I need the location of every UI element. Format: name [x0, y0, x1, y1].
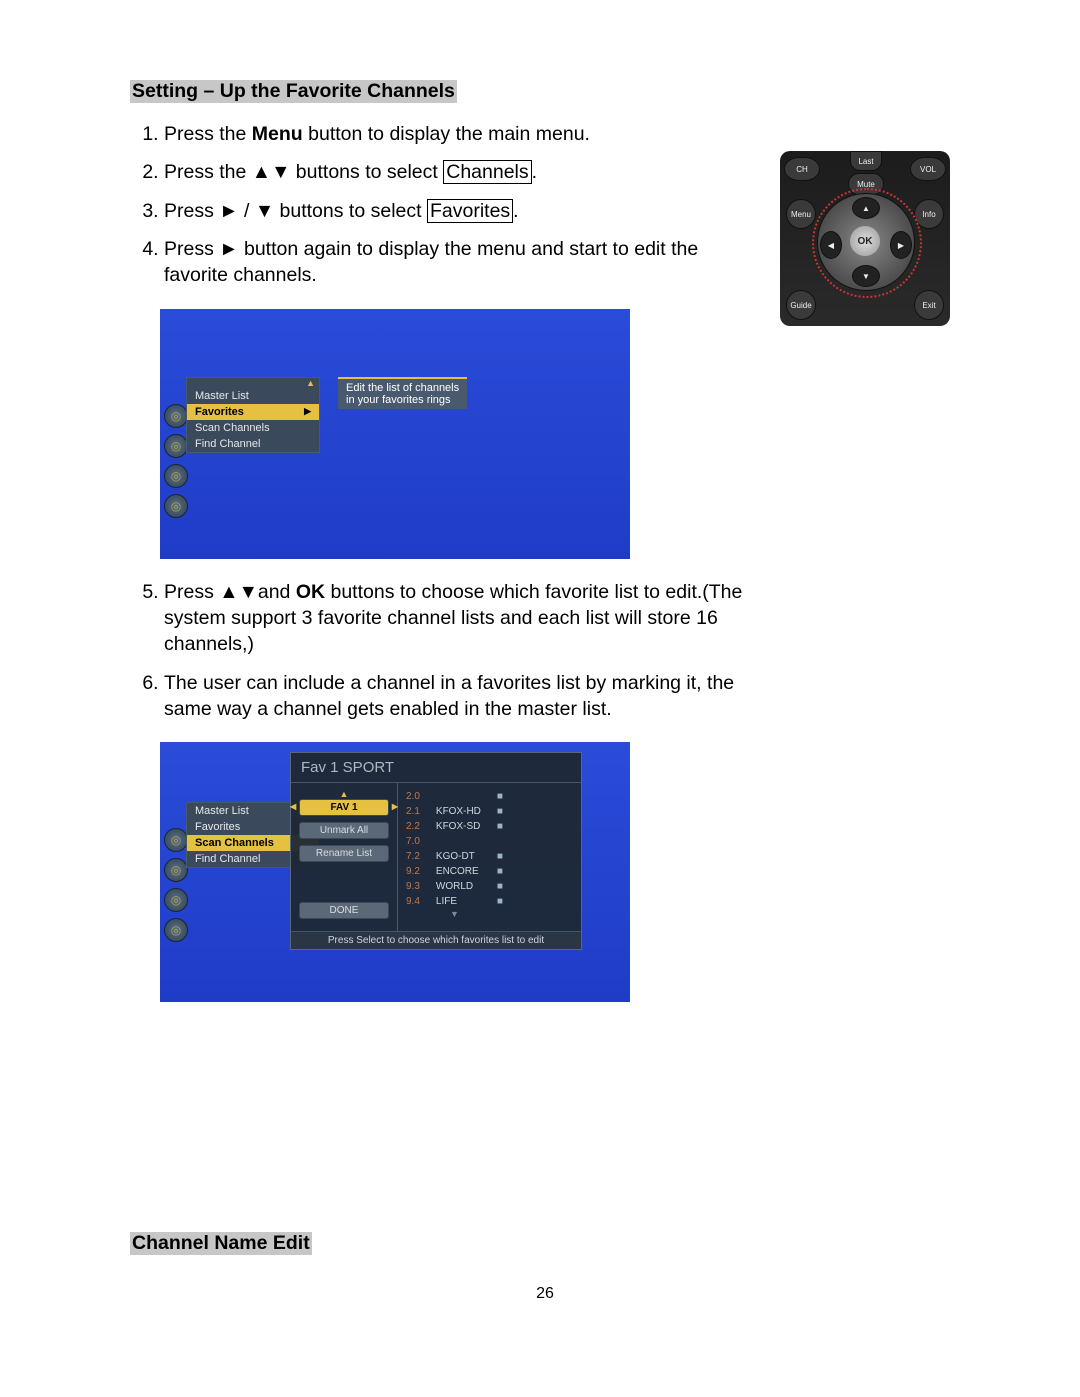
ok-label: OK — [296, 581, 325, 603]
channel-name — [428, 834, 489, 849]
channel-number: 9.3 — [398, 879, 428, 894]
channel-check: ■ — [489, 894, 511, 909]
channel-name: WORLD — [428, 879, 489, 894]
menu-item-favorites[interactable]: Favorites ▶ — [187, 404, 319, 420]
channel-number: 7.2 — [398, 849, 428, 864]
channel-table: 2.0■2.1KFOX-HD■2.2KFOX-SD■7.07.2KGO-DT■9… — [398, 789, 511, 909]
channel-name: KFOX-SD — [428, 819, 489, 834]
side-icon: ◎ — [164, 828, 188, 852]
channel-number: 2.1 — [398, 804, 428, 819]
done-button[interactable]: DONE — [299, 902, 389, 919]
exit-button[interactable]: Exit — [914, 290, 944, 320]
table-row[interactable]: 9.4LIFE■ — [398, 894, 511, 909]
ch-button[interactable]: CH — [784, 157, 820, 181]
text: Press the — [164, 123, 252, 145]
section-heading: Setting – Up the Favorite Channels — [130, 80, 457, 103]
menu-item[interactable]: Master List — [187, 388, 319, 404]
table-row[interactable]: 2.2KFOX-SD■ — [398, 819, 511, 834]
side-icon: ◎ — [164, 494, 188, 518]
channel-check: ■ — [489, 804, 511, 819]
dpad-up[interactable]: ▲ — [852, 197, 880, 219]
rename-list-button[interactable]: Rename List — [299, 845, 389, 862]
table-row[interactable]: 9.3WORLD■ — [398, 879, 511, 894]
table-row[interactable]: 7.0 — [398, 834, 511, 849]
channel-check: ■ — [489, 849, 511, 864]
remote-illustration: CH VOL Last Mute Menu Info Guide Exit ▲ … — [780, 151, 960, 326]
dpad-left[interactable]: ◀ — [820, 231, 842, 259]
text: . — [513, 200, 518, 222]
channel-check — [489, 834, 511, 849]
side-icon: ◎ — [164, 858, 188, 882]
channel-number: 9.2 — [398, 864, 428, 879]
menu-label: Menu — [252, 123, 303, 145]
menu-item[interactable]: Scan Channels — [187, 420, 319, 436]
guide-button[interactable]: Guide — [786, 290, 816, 320]
channel-check: ■ — [489, 879, 511, 894]
vol-button[interactable]: VOL — [910, 157, 946, 181]
popup-footer: Press Select to choose which favorites l… — [291, 931, 581, 949]
table-row[interactable]: 7.2KGO-DT■ — [398, 849, 511, 864]
channel-number: 7.0 — [398, 834, 428, 849]
step-3: Press ► / ▼ buttons to select Favorites. — [164, 198, 760, 224]
ok-button[interactable]: OK — [850, 226, 880, 256]
channels-boxed: Channels — [443, 160, 531, 184]
channel-name: KGO-DT — [428, 849, 489, 864]
channel-name: LIFE — [428, 894, 489, 909]
dpad-down[interactable]: ▼ — [852, 265, 880, 287]
channel-name — [428, 789, 489, 804]
side-icon: ◎ — [164, 464, 188, 488]
step-1: Press the Menu button to display the mai… — [164, 121, 760, 147]
channel-check: ■ — [489, 819, 511, 834]
table-row[interactable]: 9.2ENCORE■ — [398, 864, 511, 879]
section-heading-2: Channel Name Edit — [130, 1232, 312, 1255]
menu-button[interactable]: Menu — [786, 199, 816, 229]
menu-item[interactable]: Find Channel — [187, 436, 319, 452]
steps-list-cont: Press ▲▼and OK buttons to choose which f… — [130, 579, 760, 723]
tv-screenshot-1: ◎ ◎ ◎ ◎ ▲ Master List Favorites ▶ Scan C… — [160, 309, 630, 559]
text: Press ▲▼and — [164, 581, 296, 603]
favorites-boxed: Favorites — [427, 199, 513, 223]
channel-number: 2.2 — [398, 819, 428, 834]
side-icon: ◎ — [164, 888, 188, 912]
channel-check: ■ — [489, 789, 511, 804]
text: Press ► / ▼ buttons to select — [164, 200, 427, 222]
tv-screenshot-2: ◎ ◎ ◎ ◎ Master List Favorites Scan Chann… — [160, 742, 630, 1002]
unmark-all-button[interactable]: Unmark All — [299, 822, 389, 839]
channel-name: KFOX-HD — [428, 804, 489, 819]
side-icon: ◎ — [164, 434, 188, 458]
channel-number: 9.4 — [398, 894, 428, 909]
step-6: The user can include a channel in a favo… — [164, 670, 760, 723]
instructions-column: Press the Menu button to display the mai… — [130, 121, 760, 1022]
label: Favorites — [195, 406, 244, 418]
tooltip-line: Edit the list of channels — [346, 382, 459, 394]
last-button[interactable]: Last — [850, 151, 882, 171]
popup-title: Fav 1 SPORT — [291, 753, 581, 783]
step-5: Press ▲▼and OK buttons to choose which f… — [164, 579, 760, 658]
step-2: Press the ▲▼ buttons to select Channels. — [164, 159, 760, 185]
table-row[interactable]: 2.1KFOX-HD■ — [398, 804, 511, 819]
text: button to display the main menu. — [303, 123, 590, 145]
table-row[interactable]: 2.0 ■ — [398, 789, 511, 804]
dpad-right[interactable]: ▶ — [890, 231, 912, 259]
tooltip-line: in your favorites rings — [346, 394, 459, 406]
fav1-button[interactable]: FAV 1 — [299, 799, 389, 816]
steps-list: Press the Menu button to display the mai… — [130, 121, 760, 289]
label: Scan Channels — [195, 837, 274, 849]
side-icon: ◎ — [164, 404, 188, 428]
side-icon: ◎ — [164, 918, 188, 942]
channel-check: ■ — [489, 864, 511, 879]
chevron-right-icon: ▶ — [304, 406, 311, 417]
channel-number: 2.0 — [398, 789, 428, 804]
text: Press the ▲▼ buttons to select — [164, 161, 443, 183]
text: . — [532, 161, 537, 183]
page-number: 26 — [130, 1285, 960, 1303]
step-4: Press ► button again to display the menu… — [164, 236, 760, 289]
channel-name: ENCORE — [428, 864, 489, 879]
